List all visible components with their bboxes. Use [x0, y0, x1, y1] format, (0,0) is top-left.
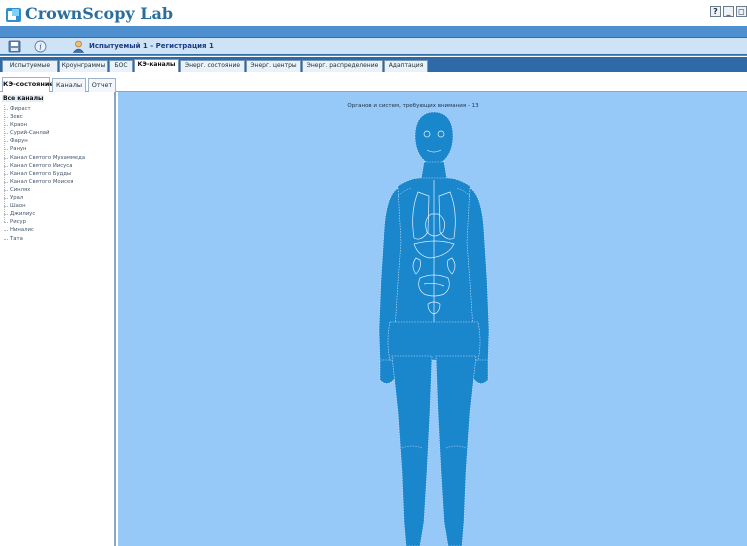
channels-tree: Фираст Зевс Краон Сурий-Санлай Фарун Ран… [4, 105, 114, 243]
tree-item-channel[interactable]: Канал Святого Моисея [4, 178, 114, 186]
restore-button[interactable]: ◻ [736, 6, 747, 17]
tab-subjects[interactable]: Испытуемые [2, 60, 58, 72]
tree-item-channel[interactable]: Синлях [4, 186, 114, 194]
tab-adaptation[interactable]: Адаптация [384, 60, 428, 72]
tree-item-channel[interactable]: Тата [4, 235, 114, 243]
main-tab-bar: Испытуемые Кроунграммы БОС КЭ-каналы Эне… [0, 57, 747, 72]
subject-bar: i Испытуемый 1 - Регистрация 1 [0, 37, 747, 55]
subtab-ke-state[interactable]: КЭ-состояние [2, 77, 54, 92]
tree-item-channel[interactable]: Сурий-Санлай [4, 129, 114, 137]
tree-item-channel[interactable]: Краон [4, 121, 114, 129]
info-icon[interactable]: i [34, 40, 47, 53]
window-controls: ? _ ◻ [710, 6, 747, 18]
tree-item-channel[interactable]: Зевс [4, 113, 114, 121]
neck-region [420, 161, 448, 181]
tree-item-channel[interactable]: Урал [4, 194, 114, 202]
tab-energy-centers[interactable]: Энерг. центры [246, 60, 301, 72]
pelvis-region [387, 321, 481, 361]
tree-item-channel[interactable]: Фираст [4, 105, 114, 113]
tree-item-channel[interactable]: Рисур [4, 218, 114, 226]
left-leg-region [391, 355, 433, 546]
tree-item-channel[interactable]: Канал Святого Мухаммеда [4, 154, 114, 162]
tab-energy-state[interactable]: Энерг. состояние [180, 60, 245, 72]
title-bar: CrownScopy Lab ? _ ◻ [0, 0, 747, 26]
human-body-figure [378, 111, 490, 546]
subject-label: Испытуемый 1 - Регистрация 1 [89, 42, 214, 50]
tab-bos[interactable]: БОС [109, 60, 133, 72]
tab-crowngrams[interactable]: Кроунграммы [59, 60, 108, 72]
app-logo-icon [6, 8, 21, 22]
sub-tab-bar: КЭ-состояние Каналы Отчет [0, 72, 747, 92]
tree-item-channel[interactable]: Канал Святого Будды [4, 170, 114, 178]
tab-ke-channels[interactable]: КЭ-каналы [134, 59, 179, 72]
right-hand-region [472, 359, 489, 384]
app-title: CrownScopy Lab [25, 4, 174, 23]
head-region [414, 111, 454, 167]
svg-text:i: i [39, 43, 42, 52]
channels-tree-panel: Все каналы Фираст Зевс Краон Сурий-Санла… [0, 92, 116, 546]
body-view-panel: Органов и систем, требующих внимания - 1… [118, 92, 747, 546]
save-icon[interactable] [8, 40, 21, 53]
tree-item-channel[interactable]: Джилиус [4, 210, 114, 218]
tab-energy-distribution[interactable]: Энерг. распределение [302, 60, 383, 72]
subtab-report[interactable]: Отчет [88, 78, 116, 92]
help-button[interactable]: ? [710, 6, 721, 17]
tree-root-all-channels[interactable]: Все каналы [2, 95, 45, 102]
tree-item-channel[interactable]: Ранун [4, 145, 114, 153]
tree-item-channel[interactable]: Фарун [4, 137, 114, 145]
user-icon[interactable] [72, 40, 85, 53]
tree-item-channel[interactable]: Канал Святого Иисуса [4, 162, 114, 170]
right-leg-region [435, 355, 477, 546]
minimize-button[interactable]: _ [723, 6, 734, 17]
tree-item-channel[interactable]: Шаон [4, 202, 114, 210]
subtab-channels[interactable]: Каналы [52, 78, 86, 92]
tree-item-channel[interactable]: Ниналис [4, 226, 114, 234]
